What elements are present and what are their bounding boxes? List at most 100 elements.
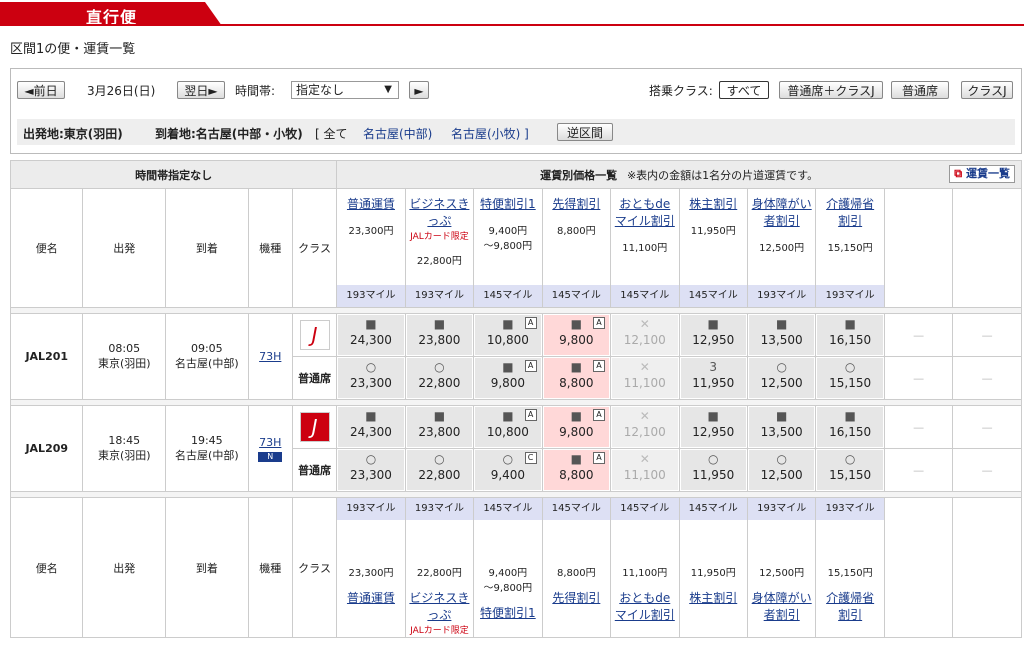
fare-cell[interactable]: ○ 11,950 [678,448,748,492]
fare-name-link[interactable]: 株主割引 [680,195,747,212]
time-select-value: 指定なし [296,83,345,97]
fare-amount: 15,150 [829,468,872,482]
class-j-button[interactable]: クラスJ [961,81,1013,99]
fare-price: 15,150円 [827,243,873,254]
fare-cell[interactable]: ○ 12,500 [746,448,817,492]
fare-option: ■ A 9,800 [474,357,542,399]
fare-cell[interactable]: ■ 16,150 [815,313,885,357]
fare-mile: 145マイル [679,285,747,307]
fare-mile: 145マイル [474,285,542,307]
route-komaki-link[interactable]: 名古屋(小牧) ] [451,125,529,142]
fare-name-link[interactable]: 先得割引 [543,195,610,212]
fare-amount: 13,500 [760,425,803,439]
fare-name-link[interactable]: 普通運賃 [337,589,404,606]
route-chubu-link[interactable]: 名古屋(中部) [363,125,432,142]
aircraft-link[interactable]: 73H [249,350,292,363]
fare-name-link[interactable]: おともde マイル割引 [611,195,678,229]
fare-list-title: 運賃別価格一覧 [540,168,618,182]
fare-cell[interactable]: ■ A 8,800 [541,448,612,492]
fare-option: ■ A 8,800 [542,357,611,399]
dep-time: 08:05 [108,342,141,355]
class-normal-button[interactable]: 普通席 [891,81,949,99]
fare-type-badge: A [524,360,537,372]
class-all-button[interactable]: すべて [719,81,769,99]
fare-cell[interactable]: ■ A 9,800 [541,313,612,357]
fare-option: ○ 22,800 [405,357,474,399]
fare-cell[interactable]: ■ A 9,800 [473,356,543,400]
fare-name-link[interactable]: 特便割引1 [474,195,541,212]
fare-cell[interactable]: ○ 23,300 [336,448,406,492]
dropdown-arrow-icon: ▼ [384,84,392,95]
fare-cell[interactable]: ■ 23,800 [404,313,475,357]
fare-cell[interactable]: ■ 13,500 [746,313,817,357]
fare-cell[interactable]: ■ 12,950 [678,313,748,357]
fare-cell[interactable]: ■ A 9,800 [541,405,612,449]
fare-cell[interactable]: ○ C 9,400 [473,448,543,492]
fare-cell[interactable]: ■ 16,150 [815,405,885,449]
route-all: [ 全て [315,127,348,141]
dash-cell: — [952,405,1022,449]
fare-cell[interactable]: ■ A 10,800 [473,313,543,357]
fare-cell: ✕ 11,100 [610,356,680,400]
aircraft-link[interactable]: 73H [249,436,292,449]
time-go-button[interactable]: ► [409,81,429,99]
fare-cell[interactable]: ■ 24,300 [336,313,406,357]
flights-body: JAL201 08:05 東京(羽田) 09:05 名古屋(中部) 73H J ■ 24,300… [9,313,1022,492]
fare-amount: 16,150 [829,425,872,439]
dash-cell: — [952,313,1022,357]
time-header: 時間帯指定なし [9,160,338,189]
fare-cell[interactable]: ○ 22,800 [404,448,475,492]
fare-cell[interactable]: ■ A 10,800 [473,405,543,449]
col-flight: 便名 [9,188,84,308]
fare-mile: 145マイル [542,498,611,520]
fare-price-range: ～9,800円 [483,583,533,594]
fare-mile: 145マイル [474,498,542,520]
fare-price: 11,950円 [690,226,736,237]
fare-cell[interactable]: 3 11,950 [678,356,748,400]
fare-cell[interactable]: ○ 15,150 [815,356,885,400]
fare-cell[interactable]: ○ 23,300 [336,356,406,400]
fare-option: ■ 13,500 [747,314,816,356]
fare-mile: 193マイル [337,498,405,520]
fare-cell[interactable]: ■ A 8,800 [541,356,612,400]
fare-name-link[interactable]: 先得割引 [543,589,610,606]
fare-name-link[interactable]: 介護帰省 割引 [816,589,883,623]
fare-name-link[interactable]: 身体障がい 者割引 [748,195,815,229]
reverse-route-button[interactable]: 逆区間 [557,123,613,141]
fare-head: 特便割引1 9,400円 ～9,800円 145マイル [473,188,543,308]
empty-cell [952,188,1022,308]
jal-crane-logo-icon: J [299,412,330,442]
fare-cell: ✕ 12,100 [610,405,680,449]
fare-list-button[interactable]: ⧉ 運賃一覧 [949,165,1015,183]
fare-name-link[interactable]: 身体障がい 者割引 [748,589,815,623]
fare-name-link[interactable]: おともde マイル割引 [611,589,678,623]
col-class: クラス [291,188,338,308]
fare-amount: 12,100 [623,333,666,347]
jal-card-note: JALカード限定 [410,626,469,636]
fare-name-link[interactable]: ビジネスきっぷ JALカード限定 [406,195,473,242]
fare-name-link[interactable]: 株主割引 [680,589,747,606]
seat-few-icon: ■ [844,317,856,331]
fare-cell[interactable]: ○ 12,500 [746,356,817,400]
fare-cell[interactable]: ○ 15,150 [815,448,885,492]
fare-name-link[interactable]: ビジネスきっぷ JALカード限定 [406,589,473,636]
next-day-button[interactable]: 翌日► [177,81,225,99]
fare-cell[interactable]: ■ 23,800 [404,405,475,449]
fare-name-link[interactable]: 普通運賃 [337,195,404,212]
fare-cell[interactable]: ■ 13,500 [746,405,817,449]
fare-option: ■ 13,500 [747,406,816,448]
fare-cell[interactable]: ■ 12,950 [678,405,748,449]
col-class: クラス [291,497,338,638]
fare-head: 身体障がい 者割引 12,500円 193マイル [746,188,817,308]
fare-option: ○ 23,300 [337,357,405,399]
fare-amount: 13,500 [760,333,803,347]
fare-cell[interactable]: ○ 22,800 [404,356,475,400]
fare-option: ✕ 11,100 [611,357,679,399]
prev-day-button[interactable]: ◄前日 [17,81,65,99]
time-select[interactable]: 指定なし ▼ [291,81,399,99]
fare-cell[interactable]: ■ 24,300 [336,405,406,449]
class-label: 普通席 [291,448,338,492]
fare-name-link[interactable]: 特便割引1 [474,604,541,621]
fare-name-link[interactable]: 介護帰省 割引 [816,195,883,229]
class-normal-j-button[interactable]: 普通席＋クラスJ [779,81,883,99]
